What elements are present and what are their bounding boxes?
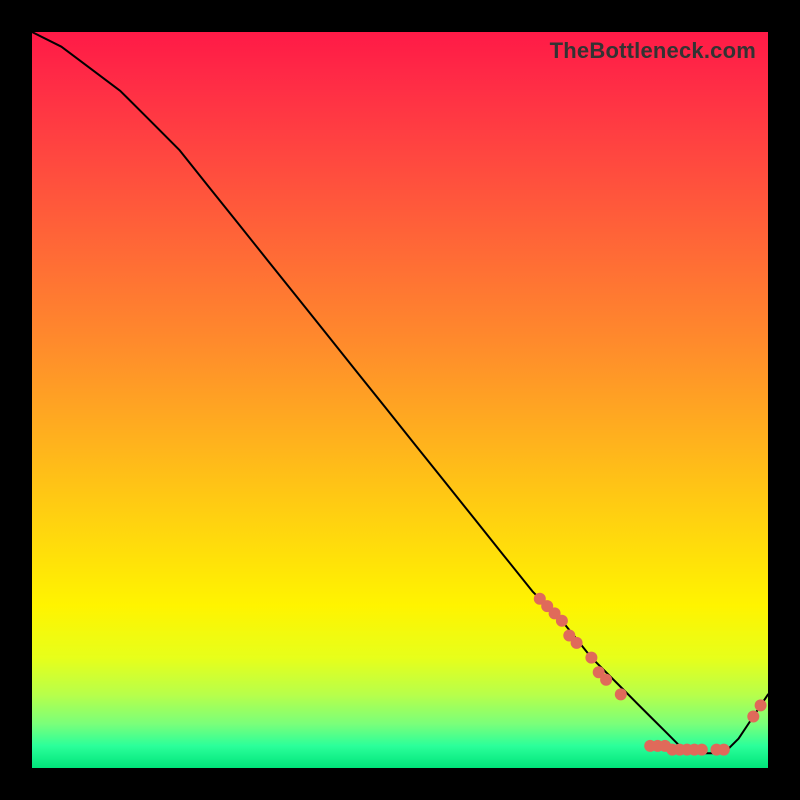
- curve-marker: [585, 652, 597, 664]
- curve-marker: [615, 688, 627, 700]
- chart-frame: TheBottleneck.com: [0, 0, 800, 800]
- curve-marker: [556, 615, 568, 627]
- curve-marker: [718, 744, 730, 756]
- plot-area: TheBottleneck.com: [32, 32, 768, 768]
- curve-marker: [600, 674, 612, 686]
- curve-layer: [32, 32, 768, 768]
- curve-marker: [571, 637, 583, 649]
- curve-marker: [747, 711, 759, 723]
- curve-marker: [696, 744, 708, 756]
- bottleneck-curve: [32, 32, 768, 753]
- curve-marker: [755, 699, 767, 711]
- curve-markers: [534, 593, 767, 756]
